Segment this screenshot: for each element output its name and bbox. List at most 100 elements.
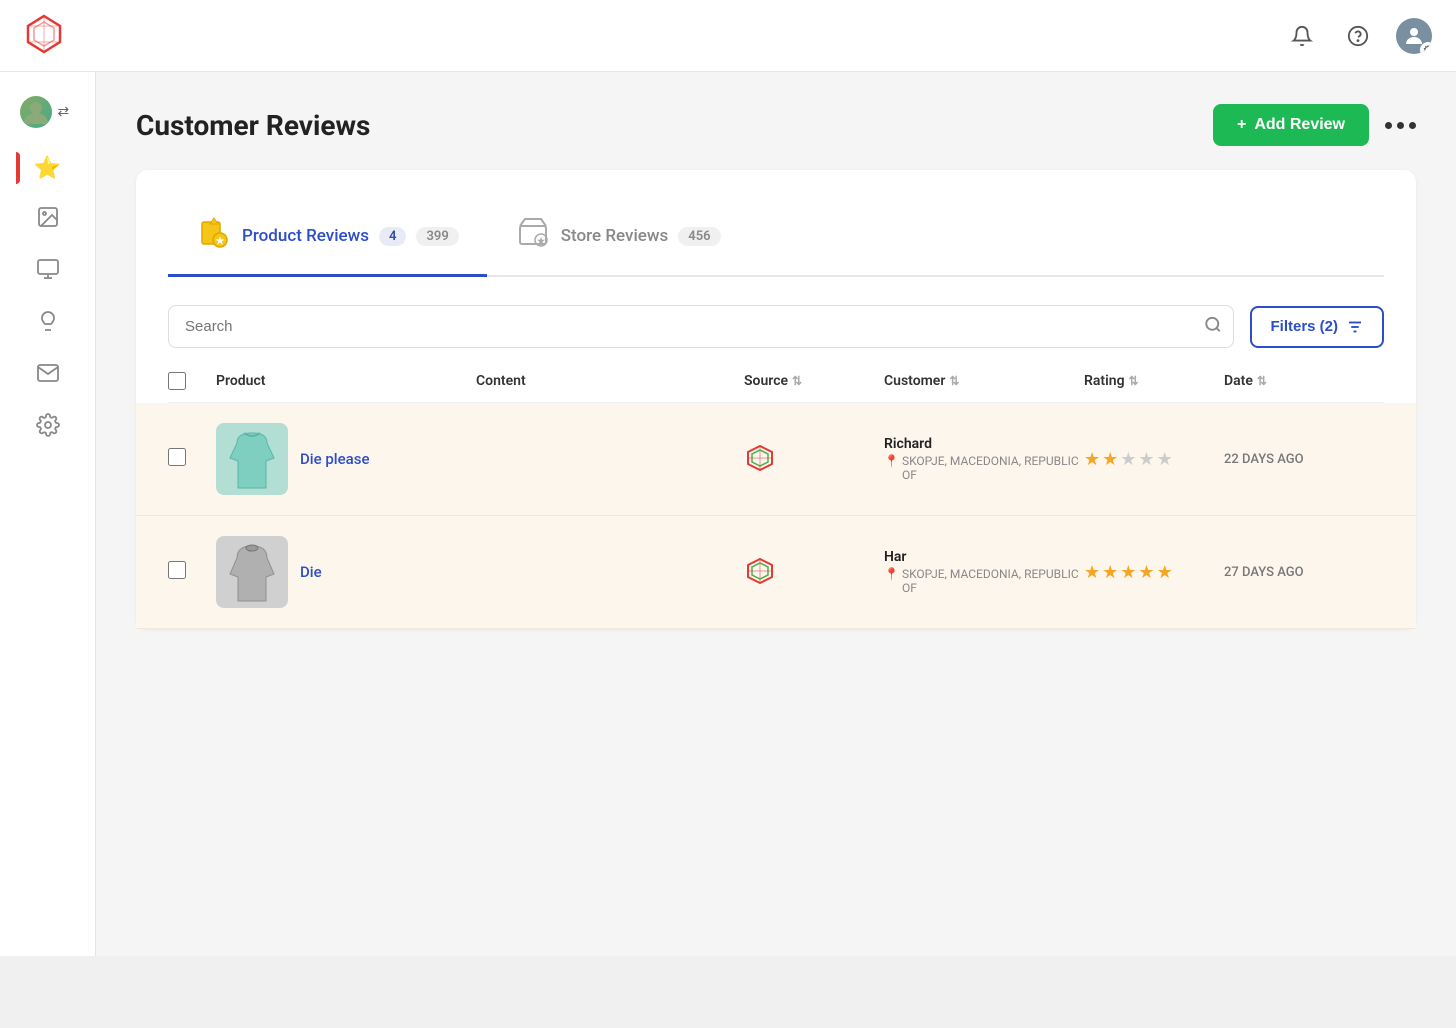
star2: ★ (1102, 562, 1118, 583)
sidebar-user-image (20, 96, 52, 128)
row2-customer-cell: Har 📍 SKOPJE, MACEDONIA, REPUBLIC OF (884, 549, 1084, 595)
search-button[interactable] (1204, 315, 1222, 338)
svg-text:★: ★ (537, 236, 546, 247)
sidebar-item-settings[interactable] (24, 404, 72, 452)
row1-checkbox-cell (168, 448, 216, 470)
notifications-button[interactable] (1284, 18, 1320, 54)
sidebar-item-ideas[interactable] (24, 300, 72, 348)
tab-product-label: Product Reviews (242, 226, 369, 246)
row2-product-name[interactable]: Die (300, 563, 322, 581)
row1-source-icon (744, 442, 776, 474)
dot3 (1409, 122, 1416, 129)
table-row: Die Har 📍 SKOPJE, MACEDONIA, REPUBL (136, 516, 1416, 629)
row2-source-cell (744, 555, 884, 589)
dot2 (1397, 122, 1404, 129)
th-rating[interactable]: Rating ⇅ (1084, 373, 1224, 389)
sort-rating-icon: ⇅ (1129, 374, 1139, 388)
tabs: ★ Product Reviews 4 399 ★ Stor (168, 202, 1384, 277)
page-title: Customer Reviews (136, 109, 370, 142)
star5-half: ★ (1157, 562, 1173, 583)
row2-rating-cell: ★ ★ ★ ★ ★ (1084, 562, 1224, 583)
search-row: Filters (2) (168, 305, 1384, 348)
top-nav (0, 0, 1456, 72)
th-content: Content (476, 373, 744, 389)
select-all-checkbox[interactable] (168, 372, 186, 390)
sidebar-item-mail[interactable] (24, 352, 72, 400)
row1-date-cell: 22 DAYS AGO (1224, 452, 1384, 467)
sidebar-toggle-icon: ⇄ (58, 104, 70, 120)
table-row: Die please Richard 📍 SKOPJE, MACEDO (136, 403, 1416, 516)
user-avatar[interactable] (1396, 18, 1432, 54)
location-pin-icon: 📍 (884, 454, 899, 468)
tab-store-badge: 456 (678, 227, 720, 246)
location-pin-icon2: 📍 (884, 567, 899, 581)
search-input[interactable] (168, 305, 1234, 348)
star5: ★ (1157, 449, 1173, 470)
filters-button[interactable]: Filters (2) (1250, 306, 1384, 348)
row1-checkbox[interactable] (168, 448, 186, 466)
tab-product-badge: 4 (379, 227, 406, 246)
sidebar: ⇄ ⭐ (0, 72, 96, 956)
help-button[interactable] (1340, 18, 1376, 54)
tab-store-icon: ★ (515, 214, 551, 258)
sidebar-item-display[interactable] (24, 248, 72, 296)
star1: ★ (1084, 449, 1100, 470)
tab-product-reviews[interactable]: ★ Product Reviews 4 399 (168, 202, 487, 277)
tab-product-icon: ★ (196, 214, 232, 258)
content-card: ★ Product Reviews 4 399 ★ Stor (136, 170, 1416, 629)
row1-customer-cell: Richard 📍 SKOPJE, MACEDONIA, REPUBLIC OF (884, 436, 1084, 482)
star3: ★ (1120, 449, 1136, 470)
settings-icon (36, 413, 60, 443)
row2-product-cell: Die (216, 536, 476, 608)
row2-checkbox[interactable] (168, 561, 186, 579)
sidebar-item-media[interactable] (24, 196, 72, 244)
main-content: Customer Reviews + Add Review (96, 72, 1456, 956)
table-header: Product Content Source ⇅ Customer ⇅ Rati… (168, 372, 1384, 403)
th-product: Product (216, 373, 476, 389)
row2-checkbox-cell (168, 561, 216, 583)
th-checkbox (168, 372, 216, 390)
star4: ★ (1138, 562, 1154, 583)
star1: ★ (1084, 562, 1100, 583)
row2-source-icon (744, 555, 776, 587)
star-icon: ⭐ (34, 156, 61, 181)
th-source[interactable]: Source ⇅ (744, 373, 884, 389)
tab-store-reviews[interactable]: ★ Store Reviews 456 (487, 202, 749, 277)
row2-product-image (216, 536, 288, 608)
add-icon: + (1237, 116, 1246, 134)
nav-icons (1284, 18, 1432, 54)
sidebar-item-reviews[interactable]: ⭐ (24, 144, 72, 192)
row2-customer-name: Har (884, 549, 1084, 565)
row1-stars: ★ ★ ★ ★ ★ (1084, 449, 1224, 470)
bulb-icon (36, 309, 60, 339)
tab-product-badge2: 399 (416, 227, 458, 246)
more-options-button[interactable] (1385, 122, 1416, 129)
row1-product-cell: Die please (216, 423, 476, 495)
sort-source-icon: ⇅ (792, 374, 802, 388)
sidebar-nav: ⭐ (0, 144, 95, 452)
star3: ★ (1120, 562, 1136, 583)
th-customer[interactable]: Customer ⇅ (884, 373, 1084, 389)
media-icon (36, 205, 60, 235)
row1-customer-location: 📍 SKOPJE, MACEDONIA, REPUBLIC OF (884, 454, 1084, 482)
th-date[interactable]: Date ⇅ (1224, 373, 1384, 389)
search-box (168, 305, 1234, 348)
sort-date-icon: ⇅ (1257, 374, 1267, 388)
sidebar-user[interactable]: ⇄ (8, 88, 88, 136)
filters-label: Filters (2) (1270, 318, 1338, 335)
display-icon (36, 257, 60, 287)
svg-text:★: ★ (216, 236, 225, 247)
row2-date-cell: 27 DAYS AGO (1224, 565, 1384, 580)
header-actions: + Add Review (1213, 104, 1416, 146)
add-review-label: Add Review (1254, 116, 1345, 134)
add-review-button[interactable]: + Add Review (1213, 104, 1369, 146)
row2-stars: ★ ★ ★ ★ ★ (1084, 562, 1224, 583)
row1-customer-name: Richard (884, 436, 1084, 452)
row1-product-image (216, 423, 288, 495)
tab-store-label: Store Reviews (561, 226, 669, 246)
mail-icon (36, 361, 60, 391)
row1-product-name[interactable]: Die please (300, 450, 370, 468)
row2-customer-location: 📍 SKOPJE, MACEDONIA, REPUBLIC OF (884, 567, 1084, 595)
star4: ★ (1138, 449, 1154, 470)
page-header: Customer Reviews + Add Review (136, 104, 1416, 146)
